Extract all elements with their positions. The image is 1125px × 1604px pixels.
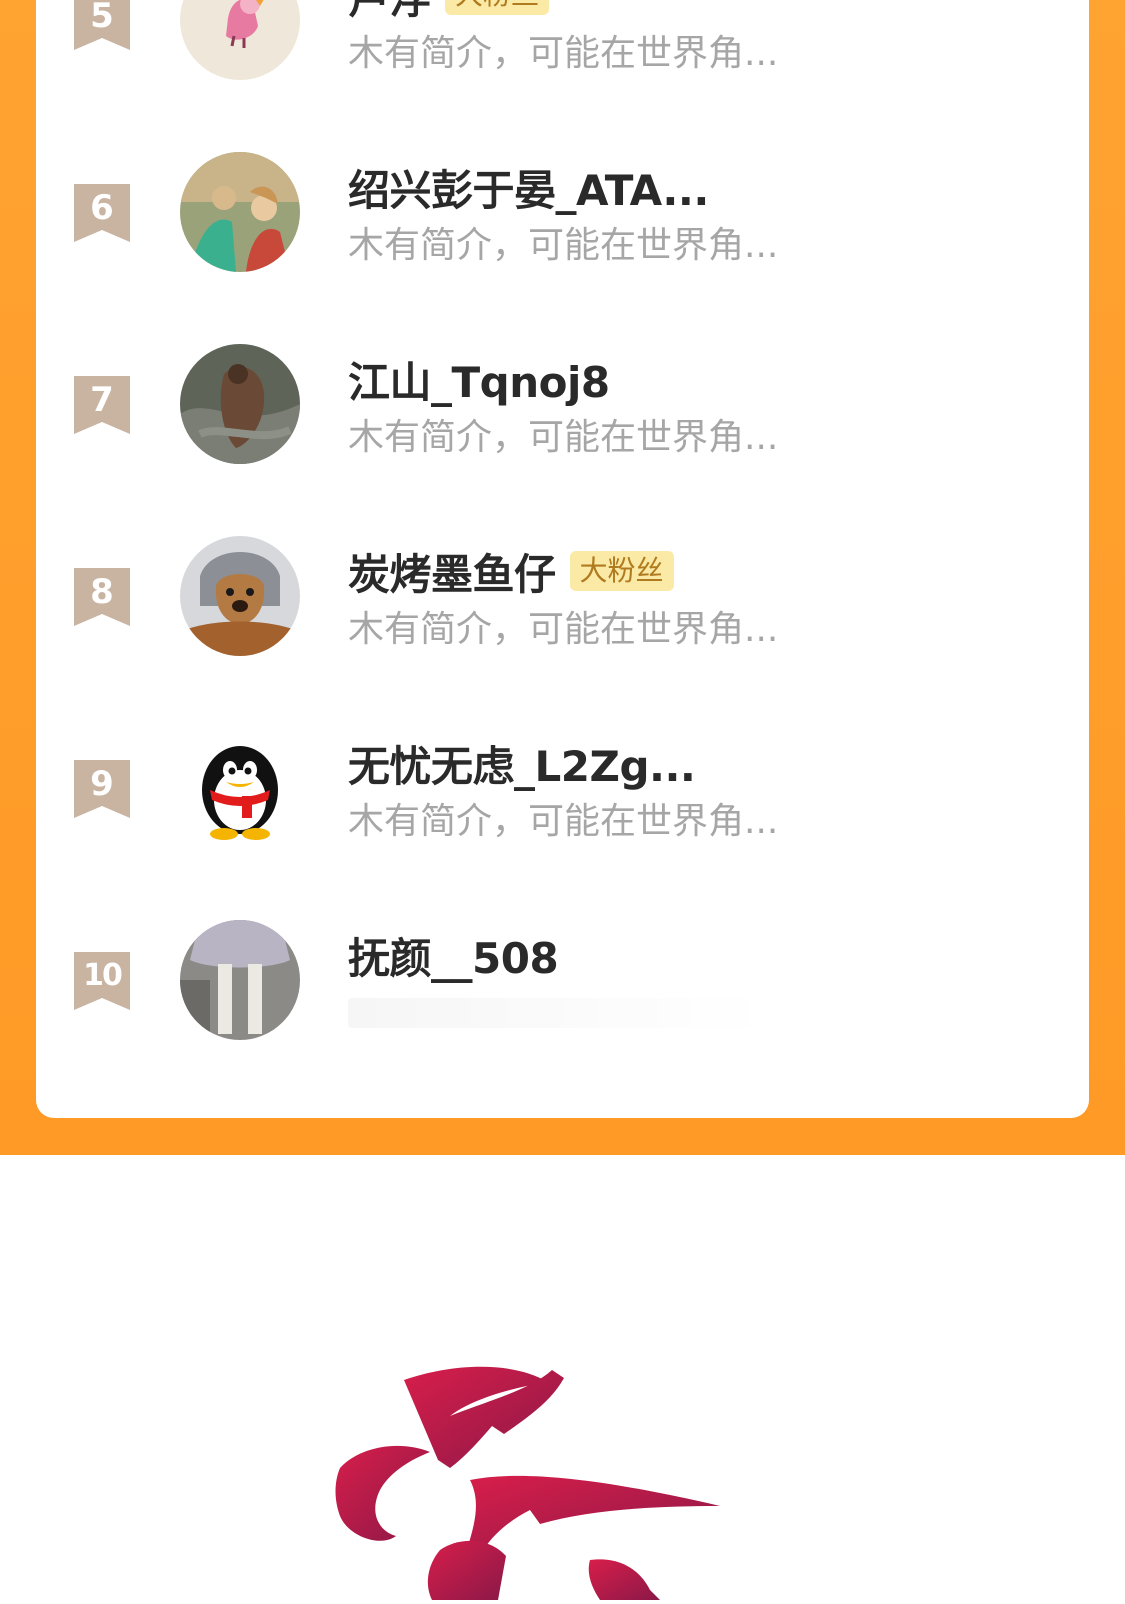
rank-number: 9 (90, 764, 114, 804)
rank-number: 6 (90, 188, 114, 228)
rank-badge-icon: 9 (74, 760, 130, 818)
rank-number: 10 (83, 958, 123, 993)
user-bio: 木有简介，可能在世界角... (348, 609, 779, 650)
user-name[interactable]: 抚颜__508 (348, 925, 559, 986)
rank-badge-icon: 8 (74, 568, 130, 626)
ranking-panel: 5 卢浮 大粉丝 木有简介，可能在世界角... 6 (0, 0, 1125, 1155)
user-bio: 木有简介，可能在世界角... (348, 801, 779, 842)
avatar[interactable] (180, 344, 300, 464)
user-name[interactable]: 炭烤墨鱼仔 (348, 541, 556, 602)
user-bio-empty (348, 998, 768, 1028)
rank-badge-icon: 10 (74, 952, 130, 1010)
user-name[interactable]: 卢浮 (348, 0, 432, 26)
ranking-row-6[interactable]: 6 绍兴彭于晏_ATA... 木有简介，可能在世界角... (36, 112, 1089, 304)
user-bio: 木有简介，可能在世界角... (348, 225, 779, 266)
ranking-card: 5 卢浮 大粉丝 木有简介，可能在世界角... 6 (36, 0, 1089, 1118)
rank-number: 5 (90, 0, 114, 36)
ranking-row-5[interactable]: 5 卢浮 大粉丝 木有简介，可能在世界角... (36, 0, 1089, 112)
user-bio: 木有简介，可能在世界角... (348, 417, 779, 458)
avatar[interactable] (180, 0, 300, 80)
ranking-row-8[interactable]: 8 炭烤墨鱼仔 大粉丝 木有简介，可能在世界角... (36, 496, 1089, 688)
user-name[interactable]: 江山_Tqnoj8 (348, 349, 610, 410)
avatar[interactable] (180, 152, 300, 272)
rank-number: 7 (90, 380, 114, 420)
user-name[interactable]: 无忧无虑_L2Zg... (348, 733, 696, 794)
user-name[interactable]: 绍兴彭于晏_ATA... (348, 157, 709, 218)
rank-number: 8 (90, 572, 114, 612)
ranking-row-10[interactable]: 10 抚颜__508 (36, 880, 1089, 1072)
rank-badge-icon: 5 (74, 0, 130, 50)
qq-penguin-icon[interactable] (180, 728, 300, 848)
avatar[interactable] (180, 536, 300, 656)
fan-badge: 大粉丝 (445, 0, 550, 15)
user-bio: 木有简介，可能在世界角... (348, 33, 779, 74)
avatar[interactable] (180, 920, 300, 1040)
ranking-row-7[interactable]: 7 江山_Tqnoj8 木有简介，可能在世界角... (36, 304, 1089, 496)
rank-badge-icon: 7 (74, 376, 130, 434)
rank-badge-icon: 6 (74, 184, 130, 242)
fan-badge: 大粉丝 (569, 551, 674, 591)
calligraphy-logo (320, 1360, 740, 1600)
ranking-row-9[interactable]: 9 无忧无虑_L2Zg... 木有简介，可能在世界角... (36, 688, 1089, 880)
